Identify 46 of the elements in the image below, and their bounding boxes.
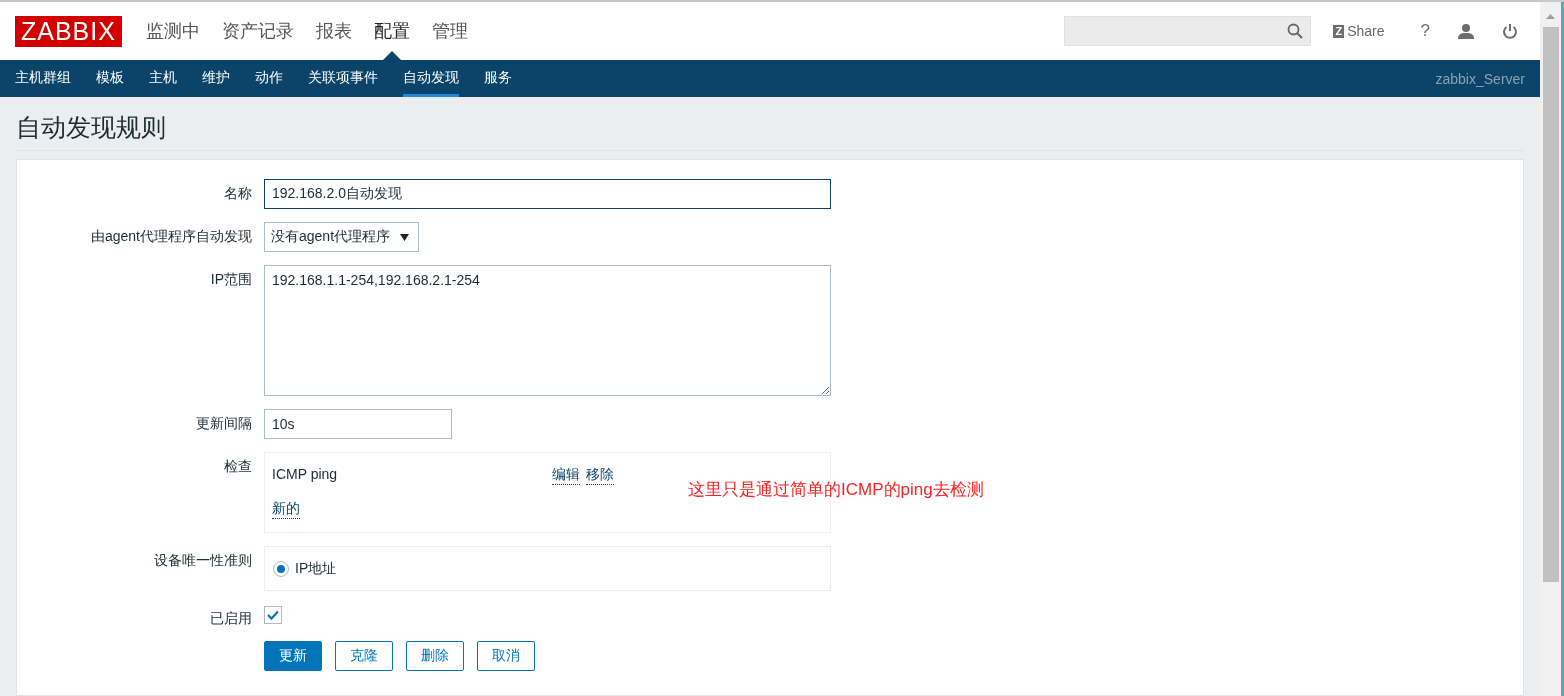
field-label: 设备唯一性准则 [153,551,253,570]
search-field[interactable] [1064,16,1312,46]
field-label: 由agent代理程序自动发现 [89,227,253,246]
share-link[interactable]: Z Share [1333,23,1385,39]
check-name: ICMP ping [272,466,339,484]
form-button[interactable]: 删除 [406,641,464,671]
form-button[interactable]: 克隆 [335,641,393,671]
scrollbar[interactable] [1540,2,1564,696]
annotation: 这里只是通过简单的ICMP的ping去检测 [688,479,984,501]
submenu-item[interactable]: 主机 [149,60,177,97]
form-button[interactable]: 取消 [477,641,535,671]
submenu-item[interactable]: 维护 [202,60,230,97]
scroll-thumb[interactable] [1542,27,1559,582]
submenu-item[interactable]: 动作 [255,60,283,97]
submenu-item[interactable]: 关联项事件 [308,60,378,97]
ip-range-field[interactable]: 192.168.1.1-254,192.168.2.1-254 [264,265,831,396]
page-title: 自动发现规则 [16,97,1524,151]
action-link[interactable]: 移除 [586,466,614,485]
field-label: IP范围 [209,270,253,289]
logo[interactable]: ZABBIX [15,15,122,47]
power-icon[interactable] [1502,23,1518,39]
search-icon[interactable] [1287,23,1304,39]
new-link[interactable]: 新的 [272,500,300,519]
enabled-checkbox[interactable] [264,606,282,624]
user-icon[interactable] [1458,23,1474,39]
menu-item[interactable]: 管理 [431,19,468,43]
check-icon [267,610,279,620]
submenu-item[interactable]: 主机群组 [15,60,71,97]
action-link[interactable]: 编辑 [552,466,580,485]
caret-icon [400,233,410,241]
help-link[interactable]: ? [1420,21,1430,41]
field-label: 已启用 [209,609,253,628]
menu-item[interactable]: 资产记录 [221,19,294,43]
name-field[interactable]: 192.168.2.0自动发现 [264,179,831,209]
radio-label: IP地址 [295,559,337,578]
interval-field[interactable]: 10s [264,409,452,439]
menu-item[interactable]: 监测中 [145,19,200,43]
field-label: 更新间隔 [195,414,253,433]
proxy-dropdown[interactable]: 没有agent代理程序 [264,222,420,252]
field-label: 名称 [223,184,253,203]
menu-item[interactable]: 报表 [315,19,352,43]
form-button[interactable]: 更新 [264,641,322,671]
server-name: zabbix_Server [1435,70,1525,87]
field-label: 检查 [223,457,253,476]
submenu-item[interactable]: 模板 [96,60,124,97]
submenu-item[interactable]: 服务 [484,60,512,97]
